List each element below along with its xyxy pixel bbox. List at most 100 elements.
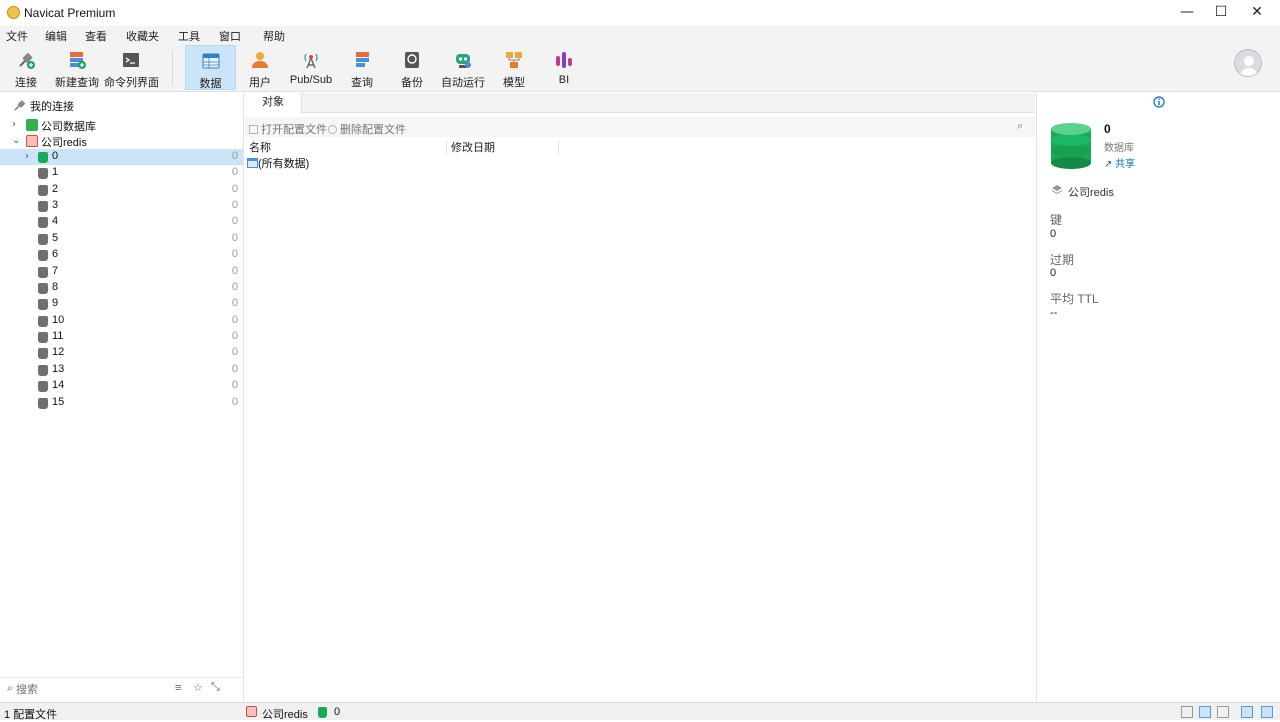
keys-label: 键: [1050, 213, 1063, 227]
user-button[interactable]: 用户: [240, 45, 280, 90]
backup-button[interactable]: 备份: [392, 45, 432, 90]
db-label: 0: [52, 150, 59, 162]
tree-db-1[interactable]: 1 0: [0, 165, 243, 181]
search-icon[interactable]: ⌕: [1017, 120, 1023, 133]
db-label: 6: [52, 248, 59, 260]
connection-item-company-db[interactable]: › 公司数据库: [0, 117, 243, 133]
data-button[interactable]: 数据: [185, 45, 236, 90]
db-key-count: 0: [231, 248, 238, 260]
db-key-count: 0: [231, 166, 238, 178]
filter-icon[interactable]: ≡: [175, 682, 181, 694]
db-key-count: 0: [231, 379, 238, 391]
bi-chart-icon: [556, 52, 572, 68]
new-query-button[interactable]: 新建查询: [54, 45, 100, 90]
chevron-right-icon[interactable]: ›: [25, 151, 29, 162]
pubsub-button[interactable]: Pub/Sub: [286, 45, 336, 90]
tree-db-4[interactable]: 4 0: [0, 214, 243, 230]
database-icon: [38, 201, 48, 212]
star-icon[interactable]: ☆: [193, 681, 203, 694]
delete-profile-button[interactable]: 删除配置文件: [328, 121, 406, 137]
cli-button[interactable]: 命令列界面: [104, 45, 159, 90]
database-icon: [38, 316, 48, 327]
tree-db-9[interactable]: 9 0: [0, 296, 243, 312]
collapse-icon[interactable]: ⤡: [211, 681, 220, 694]
menu-tools[interactable]: 工具: [178, 28, 200, 44]
tree-db-3[interactable]: 3 0: [0, 198, 243, 214]
chevron-down-icon[interactable]: ⌄: [12, 135, 20, 146]
tree-db-14[interactable]: 14 0: [0, 378, 243, 394]
tree-db-6[interactable]: 6 0: [0, 247, 243, 263]
database-icon: [38, 250, 48, 261]
tree-db-8[interactable]: 8 0: [0, 280, 243, 296]
list-view-icon[interactable]: [1199, 706, 1211, 718]
expire-value: 0: [1050, 267, 1057, 279]
menu-file[interactable]: 文件: [6, 28, 28, 44]
close-button[interactable]: ✕: [1234, 0, 1280, 25]
tree-search-bar: ⌕ ≡ ☆ ⤡: [0, 677, 243, 701]
toggle-right-panel-icon[interactable]: [1261, 706, 1273, 718]
menu-favorites[interactable]: 收藏夹: [126, 28, 159, 44]
tree-db-15[interactable]: 15 0: [0, 395, 243, 411]
tree-db-0[interactable]: › 0 0: [0, 149, 243, 165]
menu-edit[interactable]: 编辑: [45, 28, 67, 44]
column-header-modified[interactable]: 修改日期: [447, 139, 559, 154]
menu-window[interactable]: 窗口: [219, 28, 241, 44]
connect-label: 连接: [15, 77, 37, 89]
window-title: Navicat Premium: [24, 6, 116, 20]
db-label: 12: [52, 346, 65, 358]
db-key-count: 0: [231, 150, 238, 162]
db-label: 2: [52, 183, 59, 195]
robot-icon: [456, 54, 471, 68]
menu-view[interactable]: 查看: [85, 28, 107, 44]
db-key-count: 0: [231, 215, 238, 227]
toggle-left-panel-icon[interactable]: [1241, 706, 1253, 718]
model-button[interactable]: 模型: [494, 45, 534, 90]
user-avatar[interactable]: [1234, 49, 1262, 77]
connect-button[interactable]: 连接: [4, 45, 48, 90]
query-label: 查询: [351, 77, 373, 89]
tree-db-5[interactable]: 5 0: [0, 231, 243, 247]
tree-db-7[interactable]: 7 0: [0, 264, 243, 280]
open-profile-button[interactable]: 打开配置文件: [249, 121, 327, 137]
database-icon: [38, 185, 48, 196]
db-label: 8: [52, 281, 59, 293]
database-icon: [38, 348, 48, 359]
db-label: 14: [52, 379, 65, 391]
detail-view-icon[interactable]: [1217, 706, 1229, 718]
tree-search-input[interactable]: [16, 681, 156, 698]
column-header-name[interactable]: 名称: [245, 139, 447, 154]
grid-view-icon[interactable]: [1181, 706, 1193, 718]
object-toolbar: 打开配置文件 删除配置文件 ⌕: [245, 117, 1035, 137]
share-link[interactable]: ↗ 共享: [1104, 155, 1135, 170]
mysql-connection-icon: [26, 119, 38, 131]
tree-root-label: 我的连接: [30, 101, 74, 113]
tree-root[interactable]: 我的连接: [0, 97, 243, 113]
object-row-all-data[interactable]: (所有数据): [247, 155, 309, 171]
db-type: 数据库: [1104, 143, 1134, 154]
tab-objects[interactable]: 对象: [245, 93, 302, 114]
table-icon: [247, 158, 258, 168]
broadcast-icon: [304, 53, 318, 69]
menu-help[interactable]: 帮助: [263, 28, 285, 44]
db-label: 10: [52, 314, 65, 326]
ttl-label: 平均 TTL: [1050, 292, 1099, 306]
tree-db-11[interactable]: 11 0: [0, 329, 243, 345]
automation-button[interactable]: 自动运行: [440, 45, 486, 90]
user-icon: [252, 52, 268, 68]
database-icon: [38, 381, 48, 392]
backup-label: 备份: [401, 77, 423, 89]
info-connection: 公司redis: [1068, 187, 1114, 199]
tree-db-13[interactable]: 13 0: [0, 362, 243, 378]
tree-db-2[interactable]: 2 0: [0, 182, 243, 198]
chevron-right-icon[interactable]: ›: [12, 119, 16, 130]
bi-button[interactable]: BI: [544, 45, 584, 90]
object-panel: 对象 打开配置文件 删除配置文件 ⌕ 名称 修改日期 (所有数据): [245, 93, 1035, 701]
db-label: 5: [52, 232, 59, 244]
info-icon[interactable]: [1153, 96, 1165, 108]
tree-db-12[interactable]: 12 0: [0, 345, 243, 361]
tree-db-10[interactable]: 10 0: [0, 313, 243, 329]
query-button[interactable]: 查询: [342, 45, 382, 90]
database-icon: [38, 398, 48, 409]
connection-item-company-redis[interactable]: ⌄ 公司redis: [0, 133, 243, 149]
search-icon: ⌕: [7, 683, 13, 694]
